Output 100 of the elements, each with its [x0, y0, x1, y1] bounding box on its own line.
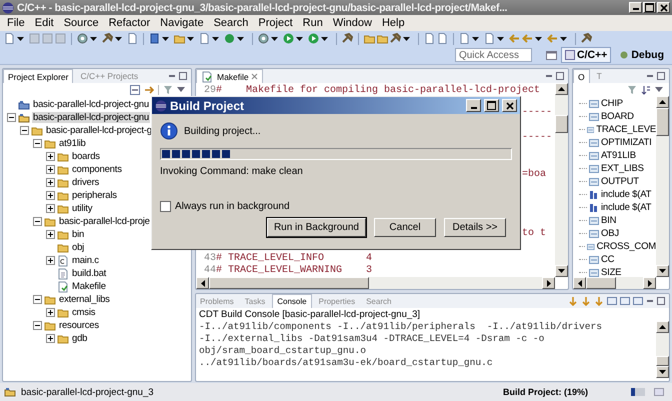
caret-icon[interactable] [17, 36, 24, 40]
tree-item[interactable]: basic-parallel-lcd-project-gnu [32, 112, 150, 123]
maximize-button[interactable] [643, 2, 656, 13]
tree-item[interactable]: basic-parallel-lcd-project-g [45, 125, 153, 136]
caret-icon[interactable] [271, 36, 278, 40]
outline-item[interactable]: CC [601, 254, 614, 265]
document-icon[interactable] [437, 33, 448, 44]
caret-icon[interactable] [296, 36, 303, 40]
outline-item[interactable]: OPTIMIZATI [601, 137, 652, 148]
expand-icon[interactable] [46, 256, 55, 265]
tree-item[interactable]: cmsis [71, 307, 96, 318]
perspective-button[interactable]: Debug [615, 47, 668, 63]
caret-icon[interactable] [212, 36, 219, 40]
expand-icon[interactable] [46, 334, 55, 343]
outline-item[interactable]: CROSS_COM [596, 241, 656, 252]
tree-item[interactable]: peripherals [71, 190, 118, 201]
horizontal-scrollbar[interactable] [196, 277, 555, 289]
minimize-icon[interactable] [646, 297, 654, 305]
outline-item[interactable]: SIZE [601, 267, 622, 277]
outline-item[interactable]: CHIP [601, 98, 623, 109]
maximize-icon[interactable] [179, 72, 187, 80]
menu-item[interactable]: Project [253, 17, 298, 29]
menu-item[interactable]: Source [58, 17, 104, 29]
checkbox[interactable] [160, 201, 171, 212]
caret-icon[interactable] [497, 36, 504, 40]
tree-item[interactable]: utility [71, 203, 94, 214]
scroll-thumb[interactable] [656, 108, 669, 136]
menu-item[interactable]: File [2, 17, 30, 29]
minimize-icon[interactable] [168, 72, 176, 80]
caret-icon[interactable] [321, 36, 328, 40]
quick-access-field[interactable]: Quick Access [454, 48, 532, 62]
maximize-button[interactable] [484, 99, 499, 112]
tree-item[interactable]: drivers [71, 177, 100, 188]
maximize-icon[interactable] [657, 297, 665, 305]
close-button[interactable] [657, 2, 670, 13]
tree-item[interactable]: at91lib [58, 138, 87, 149]
caret-icon[interactable] [115, 36, 122, 40]
tree-item[interactable]: external_libs [58, 294, 111, 305]
caret-icon[interactable] [187, 36, 194, 40]
scroll-thumb[interactable] [656, 356, 669, 366]
view-tab[interactable]: O [573, 69, 590, 83]
minimize-button[interactable] [466, 99, 481, 112]
menu-item[interactable]: Window [328, 17, 377, 29]
outline-item[interactable]: BOARD [601, 111, 634, 122]
outline-item[interactable]: include $(AT [601, 202, 652, 213]
perspective-button[interactable]: C/C++ [560, 47, 612, 63]
view-tab[interactable]: Project Explorer [3, 69, 74, 83]
tree-item[interactable]: basic-parallel-lcd-proje [58, 216, 151, 227]
collapse-icon[interactable] [20, 126, 29, 135]
maximize-icon[interactable] [657, 72, 665, 80]
tree-item[interactable]: gdb [71, 333, 88, 344]
tree-item[interactable]: main.c [71, 255, 100, 266]
maximize-icon[interactable] [556, 72, 564, 80]
collapse-icon[interactable] [7, 113, 16, 122]
minimize-button[interactable] [629, 2, 642, 13]
view-tab[interactable]: Console [272, 294, 312, 308]
vertical-scrollbar[interactable] [656, 321, 669, 378]
menu-item[interactable]: Edit [30, 17, 59, 29]
tree-item[interactable]: Makefile [71, 281, 107, 292]
wrench-icon[interactable] [390, 33, 401, 44]
wrench-icon[interactable] [102, 33, 113, 44]
link-icon[interactable] [144, 84, 154, 94]
caret-icon[interactable] [90, 36, 97, 40]
collapse-all-icon[interactable] [130, 84, 140, 94]
caret-icon[interactable] [403, 36, 410, 40]
tree-item[interactable]: obj [71, 242, 86, 253]
scroll-thumb[interactable] [586, 277, 616, 289]
outline-item[interactable]: EXT_LIBS [601, 163, 644, 174]
expand-icon[interactable] [46, 191, 55, 200]
menu-item[interactable]: Navigate [155, 17, 209, 29]
menu-item[interactable]: Search [208, 17, 254, 29]
close-icon[interactable] [250, 73, 258, 80]
progress-icon[interactable] [631, 388, 645, 396]
editor-tab[interactable]: Makefile [196, 69, 263, 83]
collapse-icon[interactable] [33, 139, 42, 148]
menu-item[interactable]: Refactor [104, 17, 156, 29]
tree-item[interactable]: resources [58, 320, 100, 331]
collapse-icon[interactable] [33, 321, 42, 330]
scroll-thumb[interactable] [555, 115, 568, 133]
document-icon[interactable] [127, 33, 138, 44]
vertical-scrollbar[interactable] [656, 96, 669, 277]
expand-icon[interactable] [46, 165, 55, 174]
wrench-icon[interactable] [342, 33, 353, 44]
collapse-icon[interactable] [33, 217, 42, 226]
outline-item[interactable]: AT91LIB [601, 150, 636, 161]
vertical-scrollbar[interactable] [555, 83, 568, 277]
caret-icon[interactable] [535, 36, 542, 40]
outline-item[interactable]: TRACE_LEVE [596, 124, 656, 135]
caret-icon[interactable] [472, 36, 479, 40]
dialog-button[interactable]: Cancel [374, 218, 436, 237]
expand-icon[interactable] [46, 178, 55, 187]
expand-icon[interactable] [46, 230, 55, 239]
menu-item[interactable]: Help [376, 17, 410, 29]
expand-icon[interactable] [46, 204, 55, 213]
minimize-icon[interactable] [646, 72, 654, 80]
outline-item[interactable]: OUTPUT [601, 176, 639, 187]
tree-item[interactable]: build.bat [71, 268, 108, 279]
outline-item[interactable]: BIN [601, 215, 616, 226]
open-perspective-icon[interactable] [546, 50, 557, 60]
tree-item[interactable]: bin [71, 229, 86, 240]
